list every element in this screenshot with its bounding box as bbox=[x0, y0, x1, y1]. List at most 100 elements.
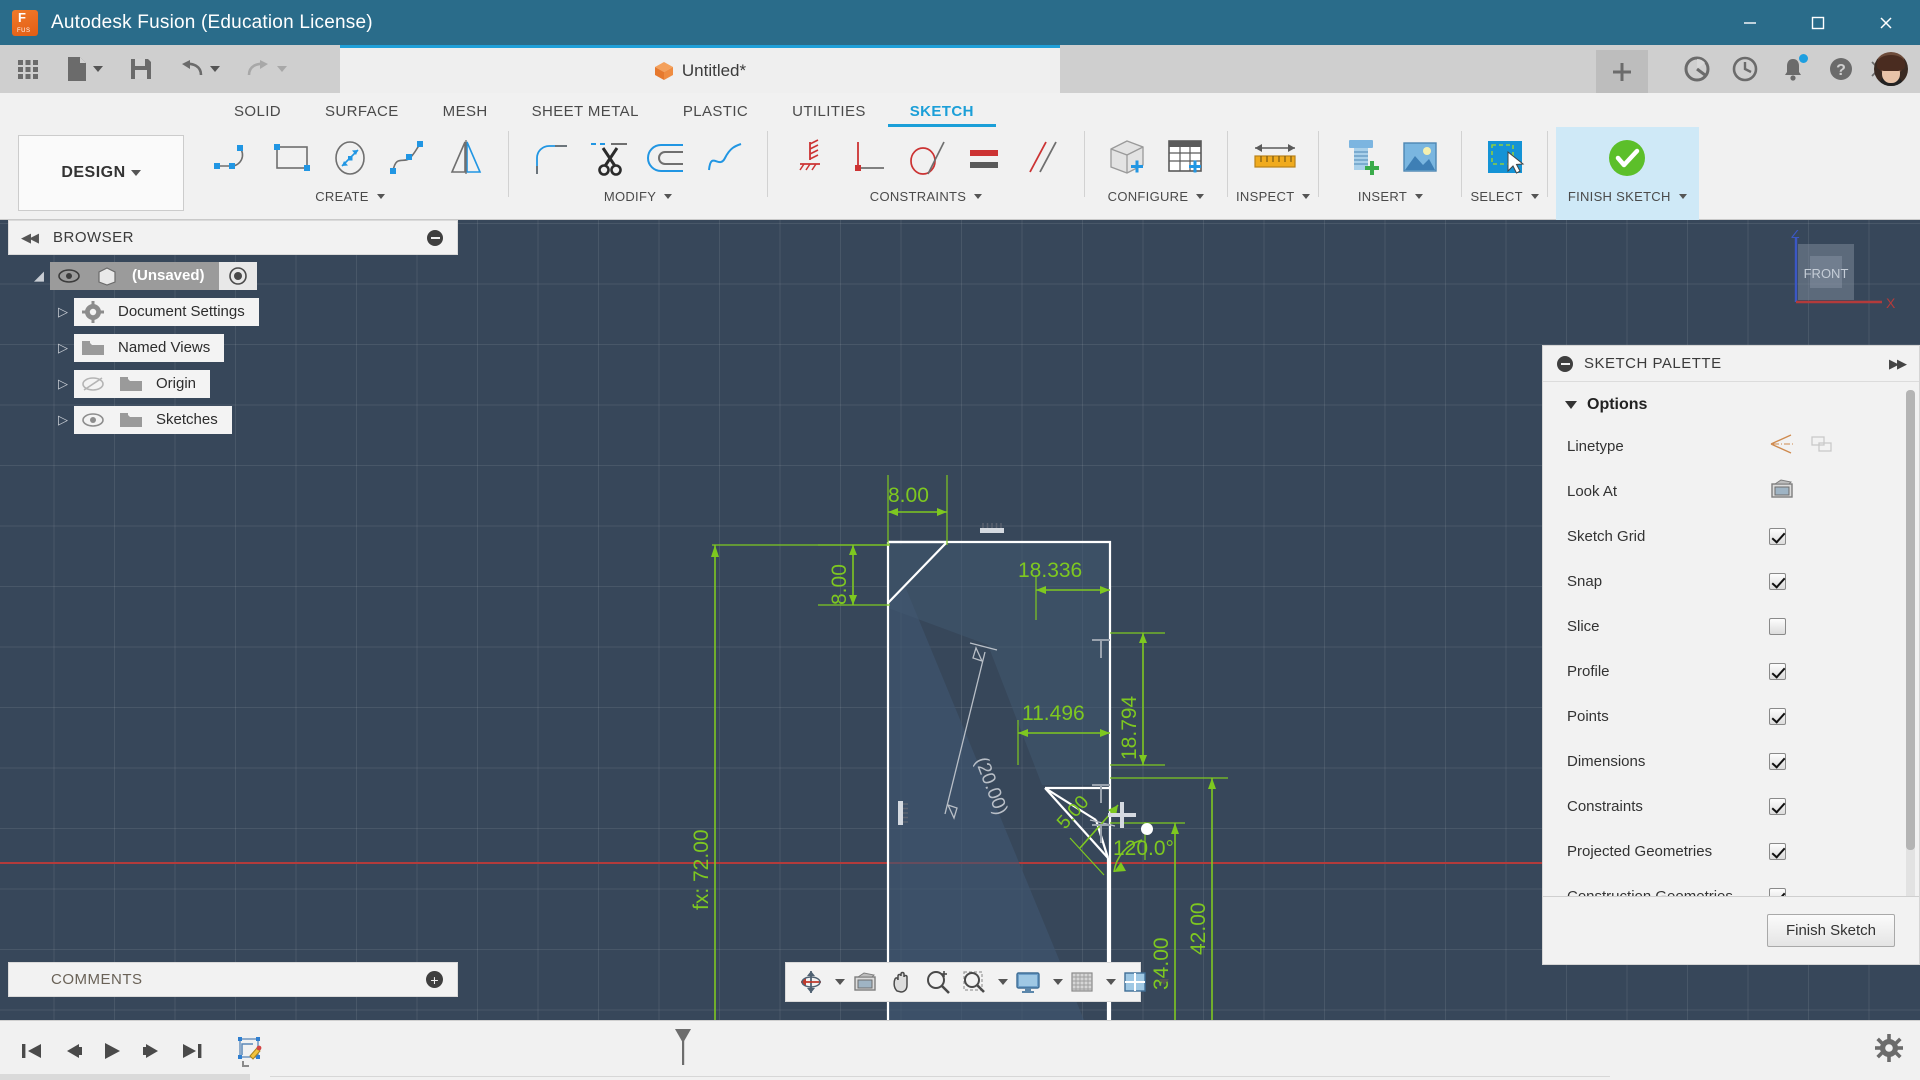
palette-row-profile[interactable]: Profile bbox=[1543, 649, 1919, 694]
orbit-caret-icon[interactable] bbox=[835, 979, 845, 985]
sketch-palette-header[interactable]: SKETCH PALETTE ▶▶ bbox=[1543, 346, 1919, 382]
finish-sketch-button[interactable]: Finish Sketch bbox=[1766, 914, 1895, 947]
palette-row-points[interactable]: Points bbox=[1543, 694, 1919, 739]
constraints-checkbox[interactable] bbox=[1769, 798, 1786, 815]
zoom-icon[interactable] bbox=[921, 965, 955, 999]
ribbon-group-create-label[interactable]: CREATE bbox=[315, 189, 385, 204]
palette-row-slice[interactable]: Slice bbox=[1543, 604, 1919, 649]
profile-checkbox[interactable] bbox=[1769, 663, 1786, 680]
undo-icon[interactable] bbox=[173, 47, 226, 91]
palette-row-sketch-grid[interactable]: Sketch Grid bbox=[1543, 514, 1919, 559]
timeline-next-icon[interactable] bbox=[132, 1029, 172, 1073]
display-settings-icon[interactable] bbox=[1010, 965, 1046, 999]
view-cube[interactable]: Z X FRONT bbox=[1778, 225, 1908, 350]
finish-sketch-caret-icon[interactable] bbox=[1678, 194, 1687, 199]
equal-icon[interactable] bbox=[956, 129, 1012, 187]
ribbon-tab-utilities[interactable]: UTILITIES bbox=[770, 97, 888, 127]
parallel-icon[interactable] bbox=[1014, 129, 1070, 187]
maximize-button[interactable] bbox=[1784, 0, 1852, 45]
mirror-icon[interactable] bbox=[438, 129, 494, 187]
tangent-icon[interactable] bbox=[898, 129, 954, 187]
visibility-eye-off-icon[interactable] bbox=[74, 370, 112, 398]
look-at-icon[interactable] bbox=[1769, 478, 1795, 505]
redo-icon[interactable] bbox=[240, 47, 293, 91]
redo-caret-icon[interactable] bbox=[277, 66, 287, 72]
select-icon[interactable] bbox=[1477, 129, 1533, 187]
sketch-canvas[interactable]: 8.00 8.00 18.336 11.496 18.794 (20.00) 5… bbox=[0, 220, 1920, 1020]
constraints-caret-icon[interactable] bbox=[974, 194, 983, 199]
look-at-icon[interactable] bbox=[847, 965, 883, 999]
job-status-icon[interactable] bbox=[1682, 54, 1712, 84]
ribbon-tab-solid[interactable]: SOLID bbox=[212, 97, 303, 127]
measure-icon[interactable] bbox=[1245, 129, 1301, 187]
fix-unfix-icon[interactable] bbox=[782, 129, 838, 187]
finish-sketch-check-icon[interactable] bbox=[1592, 129, 1662, 187]
palette-row-construction-geometries[interactable]: Construction Geometries bbox=[1543, 874, 1919, 896]
add-comment-icon[interactable]: + bbox=[426, 971, 443, 988]
expander-triangle-icon[interactable]: ▷ bbox=[52, 376, 74, 392]
options-section-header[interactable]: Options bbox=[1543, 382, 1919, 424]
timeline-prev-icon[interactable] bbox=[52, 1029, 92, 1073]
visibility-eye-icon[interactable] bbox=[74, 406, 112, 434]
perpendicular-icon[interactable] bbox=[840, 129, 896, 187]
configuration-icon[interactable] bbox=[1099, 129, 1155, 187]
expander-triangle-icon[interactable]: ▷ bbox=[52, 340, 74, 356]
browser-item-origin[interactable]: ▷ Origin bbox=[0, 366, 460, 402]
recent-clock-icon[interactable] bbox=[1730, 54, 1760, 84]
insert-canvas-icon[interactable] bbox=[1391, 129, 1447, 187]
workspace-selector[interactable]: DESIGN bbox=[18, 135, 184, 211]
modify-caret-icon[interactable] bbox=[664, 194, 673, 199]
palette-row-constraints[interactable]: Constraints bbox=[1543, 784, 1919, 829]
ribbon-tab-plastic[interactable]: PLASTIC bbox=[661, 97, 770, 127]
expander-triangle-icon[interactable]: ▷ bbox=[52, 412, 74, 428]
palette-minimize-icon[interactable] bbox=[1557, 355, 1573, 372]
slice-checkbox[interactable] bbox=[1769, 618, 1786, 635]
settings-gear-icon[interactable] bbox=[1874, 1033, 1904, 1068]
ribbon-tab-mesh[interactable]: MESH bbox=[421, 97, 510, 127]
palette-scrollbar[interactable] bbox=[1906, 390, 1915, 896]
browser-item-unsaved[interactable]: ◢ (Unsaved) bbox=[0, 258, 460, 294]
help-icon[interactable]: ? bbox=[1826, 54, 1856, 84]
timeline-last-icon[interactable] bbox=[172, 1029, 212, 1073]
expand-right-icon[interactable]: ▶▶ bbox=[1889, 356, 1907, 372]
create-caret-icon[interactable] bbox=[376, 194, 385, 199]
grid-apps-icon[interactable] bbox=[10, 47, 46, 91]
trim-scissors-icon[interactable] bbox=[581, 129, 637, 187]
rectangle-icon[interactable] bbox=[264, 129, 320, 187]
ribbon-group-insert-label[interactable]: INSERT bbox=[1358, 189, 1424, 204]
account-avatar[interactable] bbox=[1874, 52, 1908, 86]
orbit-icon[interactable] bbox=[794, 965, 828, 999]
snap-checkbox[interactable] bbox=[1769, 573, 1786, 590]
line-icon[interactable] bbox=[206, 129, 262, 187]
browser-item-document-settings[interactable]: ▷ Document Settings bbox=[0, 294, 460, 330]
zoom-window-caret-icon[interactable] bbox=[998, 979, 1008, 985]
close-button[interactable] bbox=[1852, 0, 1920, 45]
new-file-caret-icon[interactable] bbox=[93, 66, 103, 72]
grid-snaps-icon[interactable] bbox=[1065, 965, 1099, 999]
ribbon-group-modify-label[interactable]: MODIFY bbox=[604, 189, 673, 204]
insert-caret-icon[interactable] bbox=[1415, 194, 1424, 199]
component-activate-radio[interactable] bbox=[218, 262, 257, 290]
timeline-first-icon[interactable] bbox=[12, 1029, 52, 1073]
browser-panel-header[interactable]: ◀◀ BROWSER bbox=[8, 220, 458, 255]
expander-triangle-icon[interactable]: ◢ bbox=[28, 268, 50, 284]
fillet-icon[interactable] bbox=[523, 129, 579, 187]
offset-icon[interactable] bbox=[639, 129, 695, 187]
ribbon-tab-sketch[interactable]: SKETCH bbox=[887, 97, 996, 127]
palette-row-dimensions[interactable]: Dimensions bbox=[1543, 739, 1919, 784]
inspect-caret-icon[interactable] bbox=[1302, 194, 1311, 199]
timeline-playhead-marker[interactable] bbox=[672, 1027, 694, 1072]
pan-hand-icon[interactable] bbox=[885, 965, 919, 999]
notifications-icon[interactable] bbox=[1778, 53, 1809, 84]
ribbon-group-select-label[interactable]: SELECT bbox=[1470, 189, 1539, 204]
save-icon[interactable] bbox=[123, 47, 159, 91]
points-checkbox[interactable] bbox=[1769, 708, 1786, 725]
viewports-caret-icon[interactable] bbox=[1159, 979, 1169, 985]
viewports-icon[interactable] bbox=[1118, 965, 1152, 999]
centerline-linetype-icon[interactable] bbox=[1809, 433, 1835, 460]
undo-caret-icon[interactable] bbox=[210, 66, 220, 72]
minimize-button[interactable] bbox=[1716, 0, 1784, 45]
workspace-caret-icon[interactable] bbox=[130, 170, 141, 176]
ribbon-group-constraints-label[interactable]: CONSTRAINTS bbox=[870, 189, 983, 204]
expander-triangle-icon[interactable]: ▷ bbox=[52, 304, 74, 320]
